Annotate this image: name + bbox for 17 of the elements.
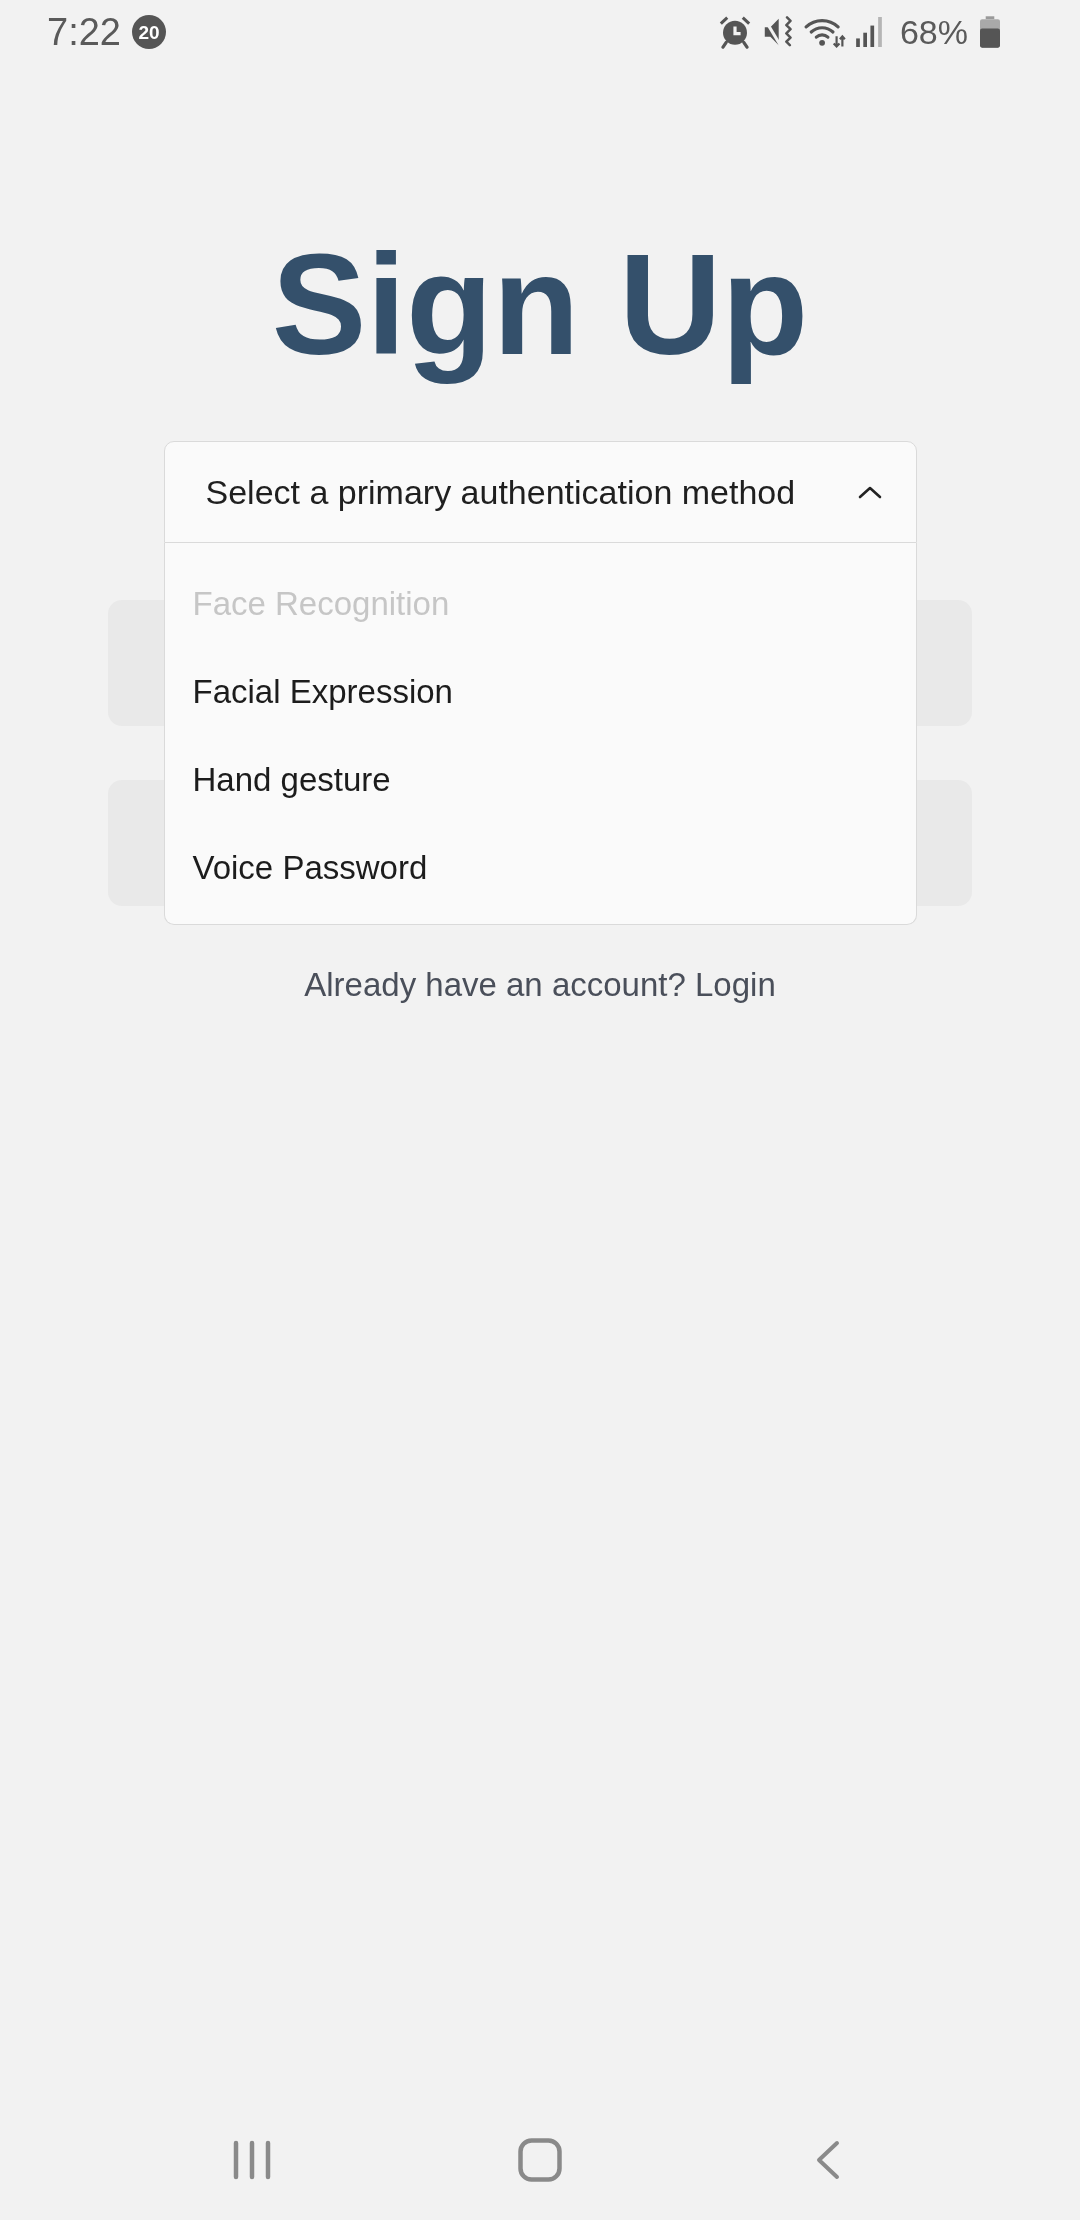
battery-percent: 68% <box>899 15 968 49</box>
notification-badge: 20 <box>131 15 166 49</box>
signal-icon <box>855 17 882 47</box>
wifi-icon <box>803 16 846 48</box>
muted-speaker-icon <box>762 16 793 48</box>
status-time: 7:22 <box>47 13 121 51</box>
dropdown-option[interactable]: Facial Expression <box>164 647 916 736</box>
recents-icon[interactable] <box>233 2140 271 2180</box>
login-link[interactable]: Already have an account? Login <box>304 968 776 1002</box>
home-icon[interactable] <box>518 2138 562 2182</box>
dropdown-option[interactable]: Hand gesture <box>164 735 916 824</box>
dropdown-button[interactable]: Select a primary authentication method <box>163 441 917 544</box>
battery-icon <box>980 16 1000 48</box>
page-title: Sign Up <box>271 224 809 386</box>
alarm-clock-icon <box>718 15 751 49</box>
dropdown-option[interactable]: Voice Password <box>164 823 916 912</box>
back-icon[interactable] <box>816 2140 840 2180</box>
